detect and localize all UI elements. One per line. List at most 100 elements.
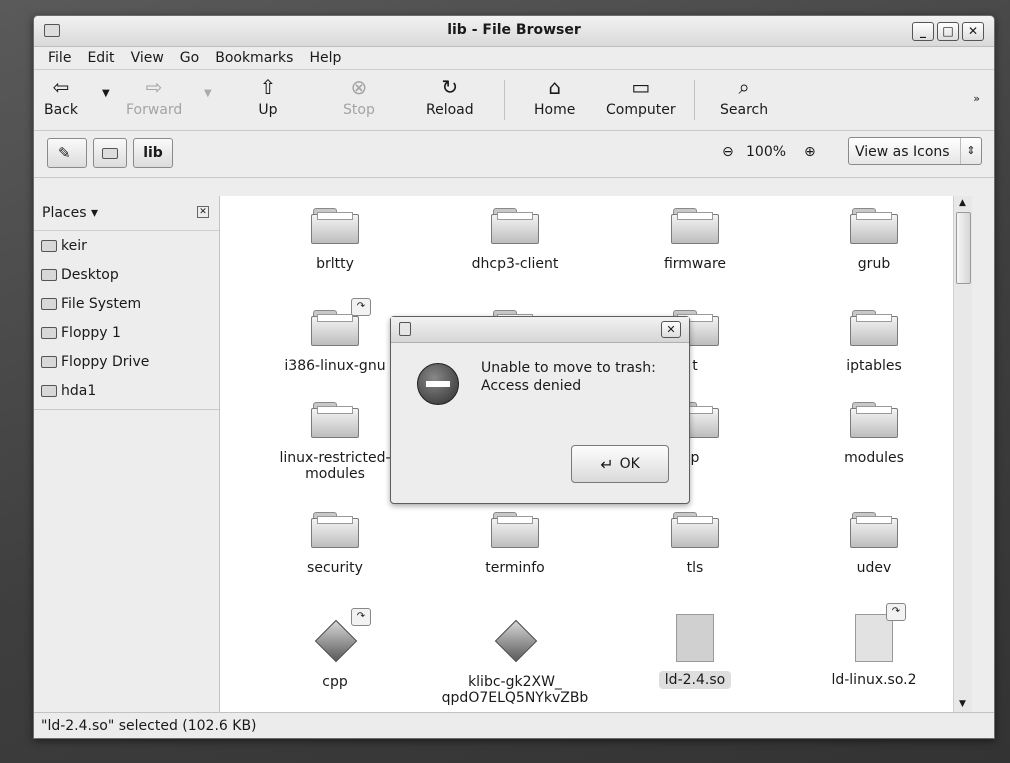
forward-history-icon[interactable]: ▼ — [204, 88, 212, 99]
file-item[interactable]: tls — [620, 512, 770, 576]
scroll-up-icon[interactable]: ▲ — [956, 197, 969, 210]
file-item[interactable]: terminfo — [440, 512, 590, 576]
file-item[interactable]: grub — [799, 208, 949, 272]
file-icon: ↷ — [855, 603, 906, 662]
sidebar-item-desktop[interactable]: Desktop — [34, 260, 219, 289]
stop-button[interactable]: ⊗ Stop — [343, 76, 375, 118]
file-item[interactable]: ↷ cpp — [260, 608, 410, 690]
trash-icon — [399, 322, 411, 336]
sidebar-item-hda1[interactable]: hda1 — [34, 376, 219, 405]
file-item[interactable]: firmware — [620, 208, 770, 272]
file-item-selected[interactable]: ld-2.4.so — [620, 614, 770, 689]
search-icon: ⌕ — [738, 75, 750, 99]
file-item[interactable]: security — [260, 512, 410, 576]
minimize-button[interactable]: _ — [912, 22, 934, 41]
folder-icon — [491, 512, 539, 548]
folder-icon: ↷ — [311, 298, 371, 346]
file-item[interactable]: ↷ i386-linux-gnu — [260, 298, 410, 374]
file-item[interactable]: ↷ ld-linux.so.2 — [799, 603, 949, 688]
menu-file[interactable]: File — [48, 50, 71, 66]
back-history-icon[interactable]: ▼ — [102, 88, 110, 99]
file-item[interactable]: brltty — [260, 208, 410, 272]
home-folder-icon: ⌂ — [548, 75, 562, 99]
zoom-level[interactable]: 100% — [746, 144, 786, 160]
vertical-scrollbar[interactable]: ▲ ▼ — [953, 196, 972, 712]
scrollbar-thumb[interactable] — [956, 212, 971, 284]
sidebar-item-file-system[interactable]: File System — [34, 289, 219, 318]
menu-edit[interactable]: Edit — [87, 50, 114, 66]
file-icon — [676, 614, 714, 662]
toolbar-separator — [504, 80, 505, 120]
sidebar-item-keir[interactable]: keir — [34, 231, 219, 260]
enter-arrow-icon: ↵ — [600, 454, 614, 474]
window-title: lib - File Browser — [447, 22, 581, 38]
sidebar-item-floppy-1[interactable]: Floppy 1 — [34, 318, 219, 347]
search-button[interactable]: ⌕ Search — [720, 76, 768, 118]
file-item[interactable]: dhcp3-client — [440, 208, 590, 272]
path-lib-button[interactable]: lib — [133, 138, 173, 168]
toolbar-overflow-icon[interactable]: » — [973, 92, 980, 105]
desktop-icon — [41, 268, 57, 281]
maximize-button[interactable]: □ — [937, 22, 959, 41]
file-item[interactable]: udev — [799, 512, 949, 576]
back-button[interactable]: ⇦ Back — [44, 76, 78, 118]
menu-view[interactable]: View — [131, 50, 164, 66]
reload-button[interactable]: ↻ Reload — [426, 76, 474, 118]
sidebar-item-floppy-drive[interactable]: Floppy Drive — [34, 347, 219, 376]
error-stop-icon — [417, 363, 459, 405]
symlink-emblem-icon: ↷ — [886, 603, 906, 621]
forward-button[interactable]: ⇨ Forward — [126, 76, 182, 118]
reload-icon: ↻ — [441, 75, 459, 99]
stop-icon: ⊗ — [350, 75, 368, 99]
toolbar: ⇦ Back ▼ ⇨ Forward ▼ ⇧ Up ⊗ Stop ↻ Reloa… — [34, 70, 994, 131]
symlink-emblem-icon: ↷ — [351, 608, 371, 626]
dialog-title-bar[interactable]: ✕ — [391, 317, 689, 343]
menu-bookmarks[interactable]: Bookmarks — [215, 50, 293, 66]
home-button[interactable]: ⌂ Home — [534, 76, 575, 118]
close-button[interactable]: ✕ — [962, 22, 984, 41]
path-root-button[interactable] — [93, 138, 127, 168]
computer-icon: ▭ — [631, 75, 651, 99]
location-bar: ✎ lib ⊖ 100% ⊕ View as Icons ⇕ — [34, 131, 994, 178]
dialog-message: Unable to move to trash: Access denied — [481, 360, 656, 394]
dialog-close-button[interactable]: ✕ — [661, 321, 681, 338]
error-dialog: ✕ Unable to move to trash: Access denied… — [390, 316, 690, 504]
folder-icon — [671, 512, 719, 548]
menu-go[interactable]: Go — [180, 50, 199, 66]
sidebar: Places ▾ ✕ keir Desktop File System Flop… — [34, 196, 220, 712]
folder-icon — [671, 208, 719, 244]
up-button[interactable]: ⇧ Up — [255, 76, 281, 118]
menu-help[interactable]: Help — [309, 50, 341, 66]
close-sidebar-icon[interactable]: ✕ — [197, 206, 209, 218]
file-item[interactable]: modules — [799, 402, 949, 466]
location-entry-toggle[interactable]: ✎ — [47, 138, 87, 168]
ok-button[interactable]: ↵ OK — [571, 445, 669, 483]
executable-icon: ↷ — [313, 608, 371, 663]
file-item[interactable]: linux-restricted-modules — [260, 402, 410, 482]
view-mode-select[interactable]: View as Icons ⇕ — [848, 137, 982, 165]
folder-icon — [850, 402, 898, 438]
floppy-icon — [41, 355, 57, 368]
spinner-arrows-icon: ⇕ — [960, 138, 981, 164]
menu-bar: File Edit View Go Bookmarks Help — [34, 47, 994, 70]
folder-icon — [311, 512, 359, 548]
zoom-in-icon[interactable]: ⊕ — [804, 144, 816, 160]
sidebar-header: Places ▾ ✕ — [34, 196, 219, 231]
file-item[interactable]: iptables — [799, 310, 949, 374]
up-arrow-icon: ⇧ — [259, 75, 277, 99]
drive-icon — [41, 297, 57, 310]
drive-icon — [41, 384, 57, 397]
drive-icon — [102, 148, 118, 159]
folder-icon — [311, 402, 359, 438]
file-item[interactable]: klibc-gk2XW_ qpdO7ELQ5NYkvZBb — [440, 618, 590, 706]
computer-button[interactable]: ▭ Computer — [606, 76, 676, 118]
title-bar[interactable]: lib - File Browser _ □ ✕ — [34, 16, 994, 47]
folder-icon — [491, 208, 539, 244]
scroll-down-icon[interactable]: ▼ — [956, 698, 969, 711]
floppy-icon — [41, 326, 57, 339]
places-dropdown[interactable]: Places ▾ — [42, 205, 98, 221]
zoom-out-icon[interactable]: ⊖ — [722, 144, 734, 160]
toolbar-separator — [694, 80, 695, 120]
symlink-emblem-icon: ↷ — [351, 298, 371, 316]
forward-arrow-icon: ⇨ — [145, 75, 163, 99]
